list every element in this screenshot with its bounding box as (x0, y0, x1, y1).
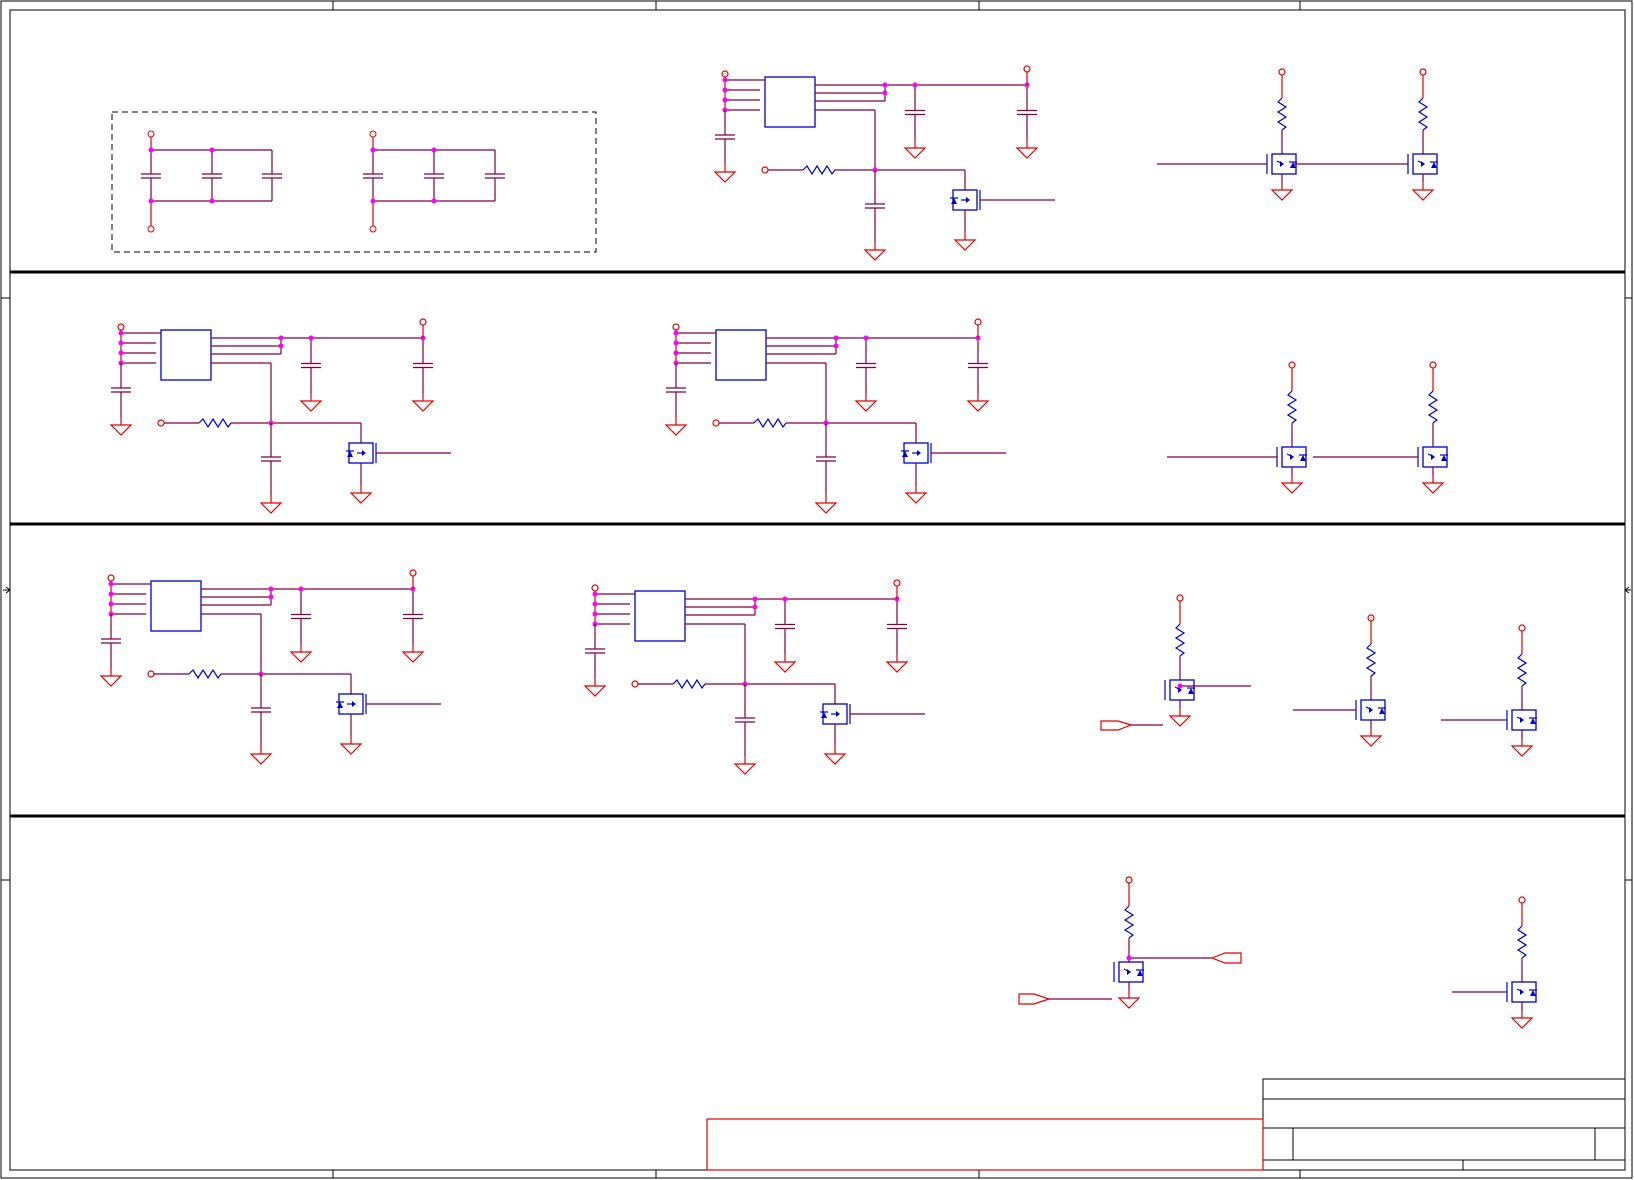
schematic-canvas (0, 0, 1634, 1180)
